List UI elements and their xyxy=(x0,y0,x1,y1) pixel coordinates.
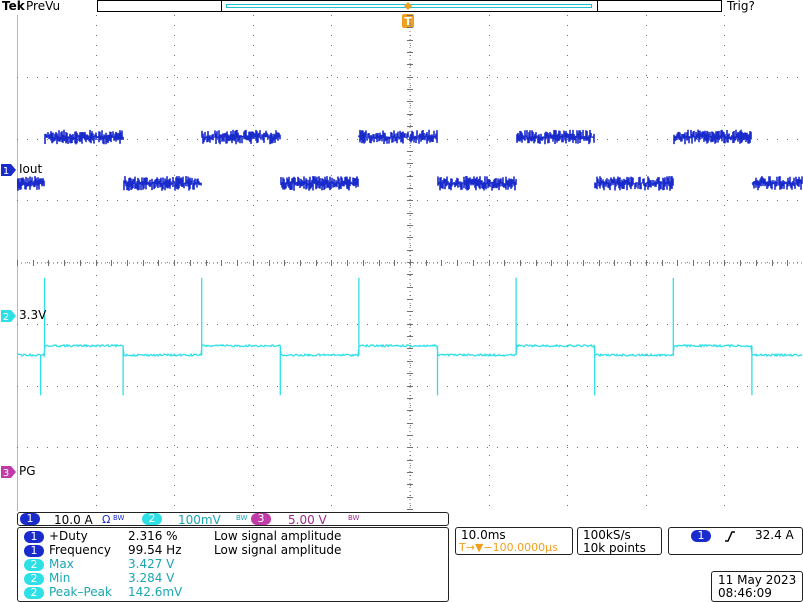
ch3-scale[interactable]: 5.00 V xyxy=(288,513,327,527)
ch1-marker[interactable]: 1 xyxy=(0,163,17,180)
trace-ch1 xyxy=(17,129,803,191)
ch2-marker-icon: 2 xyxy=(1,310,16,323)
measurement-source-badge: 1 xyxy=(24,531,44,543)
measurements-panel[interactable]: 1 +Duty 2.316 % Low signal amplitude 1 F… xyxy=(17,527,449,602)
waveform-graticule[interactable] xyxy=(17,15,803,511)
ch2-scale[interactable]: 100mV xyxy=(178,513,221,527)
trigger-source-badge: 1 xyxy=(691,530,711,542)
ch3-bw-limit-icon: BW xyxy=(348,514,360,522)
measurement-value: 142.6mV xyxy=(128,585,183,599)
trigger-settings-box[interactable]: 1 32.4 A xyxy=(668,527,803,555)
horizontal-position: T→▼−100.0000µs xyxy=(459,541,558,554)
measurement-row[interactable]: 2 Peak–Peak 142.6mV xyxy=(22,585,446,600)
ch1-settings-badge[interactable]: 1 xyxy=(20,513,40,525)
measurement-source-badge: 1 xyxy=(24,545,44,557)
measurement-note: Low signal amplitude xyxy=(214,543,342,557)
ch1-marker-number: 1 xyxy=(3,166,9,177)
time-display: 08:46:09 xyxy=(718,586,772,600)
ch1-coupling-icon: Ω xyxy=(102,513,111,526)
measurement-name: Max xyxy=(49,557,74,571)
measurement-source-badge: 2 xyxy=(24,559,44,571)
measurement-value: 99.54 Hz xyxy=(128,543,182,557)
brand-logo: Tek xyxy=(2,0,25,13)
measurement-source-badge: 2 xyxy=(24,573,44,585)
measurement-row[interactable]: 1 Frequency 99.54 Hz Low signal amplitud… xyxy=(22,543,446,558)
grid-lines xyxy=(17,15,803,511)
measurement-value: 3.427 V xyxy=(128,557,175,571)
ch1-bw-limit-icon: BW xyxy=(113,514,125,522)
ch3-marker-icon: 3 xyxy=(1,466,16,479)
measurement-value: 3.284 V xyxy=(128,571,175,585)
rising-edge-icon xyxy=(725,531,735,542)
trigger-level: 32.4 A xyxy=(755,528,794,542)
waveforms xyxy=(17,129,803,396)
date-display: 11 May 2023 xyxy=(718,573,797,587)
measurement-value: 2.316 % xyxy=(128,529,178,543)
measurement-name: Min xyxy=(49,571,71,585)
measurement-row[interactable]: 1 +Duty 2.316 % Low signal amplitude xyxy=(22,529,446,544)
vertical-settings-panel[interactable]: 1 10.0 A Ω BW 2 100mV BW 3 5.00 V BW xyxy=(17,512,449,527)
trigger-status: Trig? xyxy=(727,0,755,13)
acquisition-mode: PreVu xyxy=(26,0,61,13)
ch3-settings-badge[interactable]: 3 xyxy=(251,513,271,525)
ch1-marker-icon: 1 xyxy=(1,164,16,177)
measurement-row[interactable]: 2 Min 3.284 V xyxy=(22,571,446,586)
ch1-scale[interactable]: 10.0 A xyxy=(54,513,93,527)
measurement-name: Peak–Peak xyxy=(49,585,112,599)
ch2-label: 3.3V xyxy=(19,308,47,322)
measurement-name: Frequency xyxy=(49,543,111,557)
sampling-box[interactable]: 100kS/s 10k points xyxy=(577,527,662,555)
ch2-settings-badge[interactable]: 2 xyxy=(142,513,162,525)
ch2-marker[interactable]: 2 xyxy=(0,309,17,326)
ch3-marker[interactable]: 3 xyxy=(0,465,17,482)
datetime-box: 11 May 2023 08:46:09 xyxy=(711,571,803,602)
measurement-row[interactable]: 2 Max 3.427 V xyxy=(22,557,446,572)
measurement-note: Low signal amplitude xyxy=(214,529,342,543)
ch1-label: Iout xyxy=(19,162,43,176)
measurement-source-badge: 2 xyxy=(24,587,44,599)
ch3-label: PG xyxy=(19,464,36,478)
sample-rate: 100kS/s xyxy=(583,528,631,542)
horizontal-scale: 10.0ms xyxy=(461,528,506,542)
measurement-name: +Duty xyxy=(49,529,88,543)
ch2-bw-limit-icon: BW xyxy=(236,514,248,522)
record-points: 10k points xyxy=(583,541,646,555)
ch3-marker-number: 3 xyxy=(3,468,9,479)
horizontal-settings-box[interactable]: 10.0ms T→▼−100.0000µs xyxy=(455,527,573,555)
ch2-marker-number: 2 xyxy=(3,312,9,323)
